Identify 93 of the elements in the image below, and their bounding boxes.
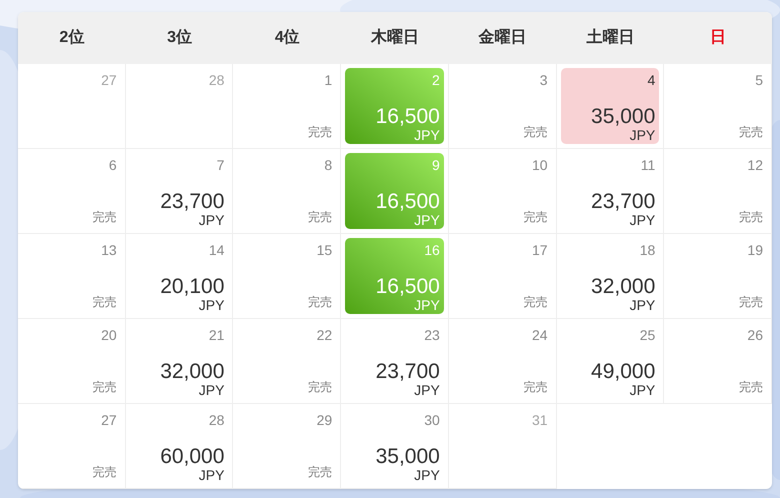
day-number: 11 (640, 156, 656, 174)
currency: JPY (630, 383, 656, 398)
day-number: 29 (316, 411, 332, 429)
price: 23,700 (591, 191, 656, 213)
price: 35,000 (376, 446, 440, 468)
day-number: 20 (101, 326, 117, 344)
day-number: 15 (316, 241, 332, 259)
weekday-header: 土曜日 (585, 28, 636, 48)
currency: JPY (414, 128, 440, 143)
day-number: 28 (208, 411, 224, 429)
currency: JPY (198, 213, 224, 228)
day-number: 27 (101, 71, 117, 89)
price: 16,500 (376, 106, 440, 128)
price: 16,500 (376, 191, 440, 213)
price: 49,000 (591, 361, 656, 383)
day-number: 28 (208, 71, 224, 89)
date-cell[interactable]: 21 32,000 JPY (130, 323, 228, 399)
sold-out-label: 完売 (308, 124, 332, 140)
sold-out-label: 完売 (524, 379, 548, 395)
price: 60,000 (160, 446, 224, 468)
currency: JPY (630, 128, 656, 143)
day-number: 25 (640, 326, 656, 344)
weekday-header: 金曜日 (477, 28, 528, 48)
weekday-header: 4位 (274, 28, 301, 48)
day-number: 5 (755, 71, 763, 89)
sold-out-label: 完売 (92, 464, 117, 480)
sold-out-label: 完売 (308, 294, 332, 310)
day-number: 4 (647, 71, 656, 89)
day-number: 22 (316, 326, 332, 344)
sold-out-label: 完売 (92, 209, 117, 225)
currency: JPY (414, 213, 440, 228)
day-number: 2 (432, 71, 440, 89)
day-number: 19 (747, 241, 763, 259)
day-number: 21 (208, 326, 224, 344)
sold-out-label: 完売 (739, 209, 763, 225)
sold-out-label: 完売 (308, 209, 332, 225)
sold-out-label: 完売 (92, 379, 117, 395)
day-number: 16 (424, 241, 440, 259)
day-number: 27 (101, 411, 117, 429)
date-cell[interactable]: 14 20,100 JPY (130, 238, 228, 314)
day-number: 7 (216, 156, 224, 174)
sold-out-label: 完売 (524, 124, 548, 140)
currency: JPY (414, 298, 440, 313)
weekday-header: 木曜日 (370, 28, 420, 48)
sold-out-label: 完売 (308, 464, 332, 480)
day-number: 18 (640, 241, 656, 259)
day-number: 17 (532, 241, 548, 259)
sold-out-label: 完売 (739, 294, 763, 310)
sold-out-label: 完売 (524, 209, 548, 225)
currency: JPY (198, 383, 224, 398)
day-number: 9 (432, 156, 440, 174)
day-number: 26 (747, 326, 763, 344)
date-cell-highlight[interactable]: 4 35,000 JPY (560, 68, 660, 144)
weekday-header: 日 (709, 28, 728, 48)
date-cell[interactable]: 30 35,000 JPY (345, 408, 444, 484)
sold-out-label: 完売 (739, 379, 763, 395)
currency: JPY (630, 298, 656, 313)
day-number: 24 (532, 326, 548, 344)
day-number: 31 (532, 411, 548, 429)
price: 35,000 (591, 106, 656, 128)
currency: JPY (198, 298, 224, 313)
price: 23,700 (376, 361, 440, 383)
sold-out-label: 完売 (739, 124, 763, 140)
date-cell[interactable]: 18 32,000 JPY (560, 238, 660, 314)
price: 23,700 (160, 191, 224, 213)
date-cell[interactable]: 25 49,000 JPY (560, 323, 660, 399)
sold-out-label: 完売 (524, 294, 548, 310)
currency: JPY (414, 383, 440, 398)
day-number: 13 (101, 241, 117, 259)
price: 32,000 (160, 361, 224, 383)
sold-out-label: 完売 (92, 294, 117, 310)
date-cell[interactable]: 7 23,700 JPY (130, 153, 228, 229)
day-number: 12 (747, 156, 763, 174)
currency: JPY (414, 468, 440, 483)
price: 16,500 (376, 276, 440, 298)
weekday-header: 2位 (58, 28, 86, 48)
currency: JPY (630, 213, 656, 228)
sold-out-label: 完売 (308, 379, 332, 395)
price: 20,100 (160, 276, 224, 298)
day-number: 10 (532, 156, 548, 174)
date-cell[interactable]: 11 23,700 JPY (560, 153, 660, 229)
date-cell[interactable]: 23 23,700 JPY (345, 323, 444, 399)
price: 32,000 (591, 276, 656, 298)
day-number: 1 (324, 71, 332, 89)
currency: JPY (198, 468, 224, 483)
day-number: 23 (424, 326, 440, 344)
day-number: 30 (424, 411, 440, 429)
day-number: 8 (324, 156, 332, 174)
day-number: 6 (108, 156, 117, 174)
day-number: 3 (540, 71, 548, 89)
weekday-header: 3位 (166, 28, 194, 48)
date-cell[interactable]: 28 60,000 JPY (130, 408, 228, 484)
day-number: 14 (208, 241, 224, 259)
